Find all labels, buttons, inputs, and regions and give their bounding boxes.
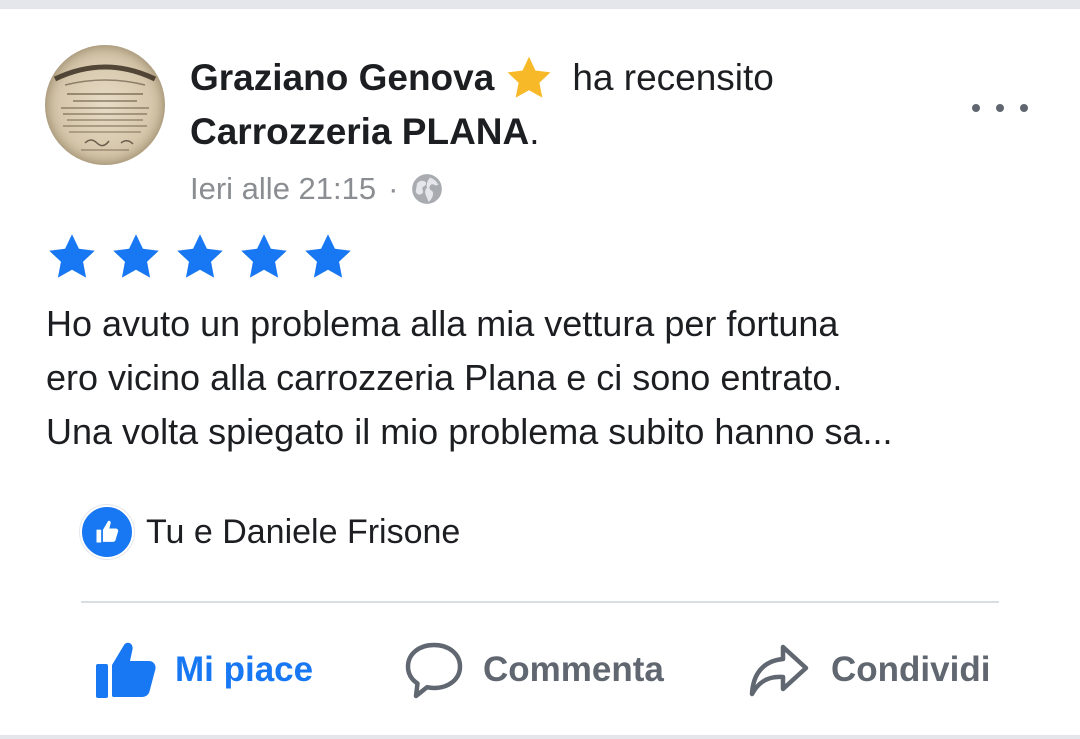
author-name[interactable]: Graziano Genova [190,57,494,99]
share-button-label: Condividi [831,650,991,689]
more-dot [1020,104,1028,112]
comment-button[interactable]: Commenta [405,640,664,700]
post-timestamp[interactable]: Ieri alle 21:15 [190,171,376,207]
divider [81,601,999,603]
more-dot [972,104,980,112]
thumbs-up-icon [95,640,157,700]
rating-star-icon [238,231,290,283]
comment-button-label: Commenta [483,650,664,689]
review-text-line: ero vicino alla carrozzeria Plana e ci s… [46,357,843,398]
star-rating [46,231,366,283]
like-icon [80,505,134,559]
post-action-text: ha recensito [572,57,774,98]
rating-star-icon [46,231,98,283]
meta-separator: · [388,171,399,206]
review-post-card: Graziano Genova ha recensito Carrozzeria… [0,9,1080,735]
page-name-link[interactable]: Carrozzeria PLANA [190,111,529,153]
rating-star-icon [302,231,354,283]
post-meta: Ieri alle 21:15 · [190,169,444,209]
comment-icon [405,641,463,699]
rating-star-icon [110,231,162,283]
like-button-label: Mi piace [175,650,314,689]
reactions-summary[interactable]: Tu e Daniele Frisone [80,505,461,559]
reactions-text: Tu e Daniele Frisone [146,512,461,551]
rating-star-icon [174,231,226,283]
like-button[interactable]: Mi piace [95,640,313,700]
globe-icon[interactable] [410,172,444,206]
author-avatar[interactable] [45,45,165,165]
star-icon [504,53,554,103]
review-text[interactable]: Ho avuto un problema alla mia vettura pe… [46,297,1046,459]
review-text-line: Una volta spiegato il mio problema subit… [46,411,893,452]
share-button[interactable]: Condividi [749,640,990,700]
avatar-image [53,64,157,151]
page-name-period: . [529,111,540,152]
share-icon [749,641,809,699]
review-text-line: Ho avuto un problema alla mia vettura pe… [46,303,839,344]
more-dot [996,104,1004,112]
post-header: Graziano Genova ha recensito [190,55,774,101]
more-options-icon[interactable] [972,95,1028,121]
reviewed-page: Carrozzeria PLANA . [190,109,540,155]
